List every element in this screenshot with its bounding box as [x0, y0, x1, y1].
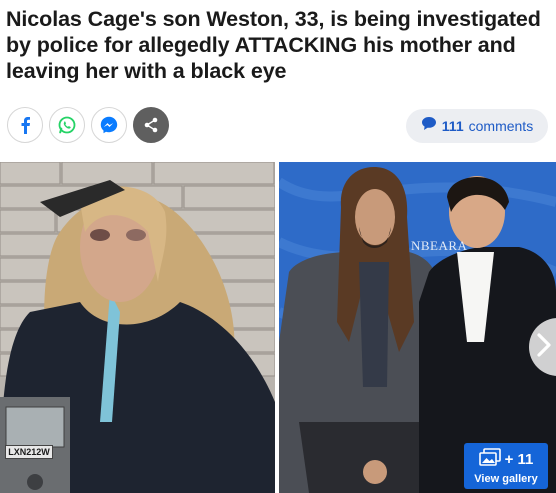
share-facebook-button[interactable] [7, 107, 43, 143]
share-bar [7, 107, 169, 145]
share-whatsapp-button[interactable] [49, 107, 85, 143]
share-messenger-button[interactable] [91, 107, 127, 143]
gallery-count: + 11 [504, 450, 534, 468]
comments-count: 111 [441, 118, 464, 134]
meter-plate: LXN212W [5, 445, 53, 459]
backdrop-text: NBEARA [411, 238, 468, 253]
whatsapp-icon [57, 115, 77, 135]
article-headline: Nicolas Cage's son Weston, 33, is being … [6, 7, 541, 83]
facebook-icon [19, 116, 31, 134]
chevron-right-icon [537, 332, 551, 362]
comment-bubble-icon [421, 116, 437, 136]
comments-label: comments [468, 118, 534, 134]
view-gallery-button[interactable]: + 11 View gallery [464, 443, 548, 489]
share-more-button[interactable] [133, 107, 169, 143]
gallery-label: View gallery [474, 472, 538, 485]
gallery-icon [478, 447, 501, 471]
share-icon [142, 116, 160, 134]
messenger-icon [99, 115, 119, 135]
article-image-left[interactable] [0, 162, 275, 493]
comments-button[interactable]: 111 comments [406, 109, 548, 143]
